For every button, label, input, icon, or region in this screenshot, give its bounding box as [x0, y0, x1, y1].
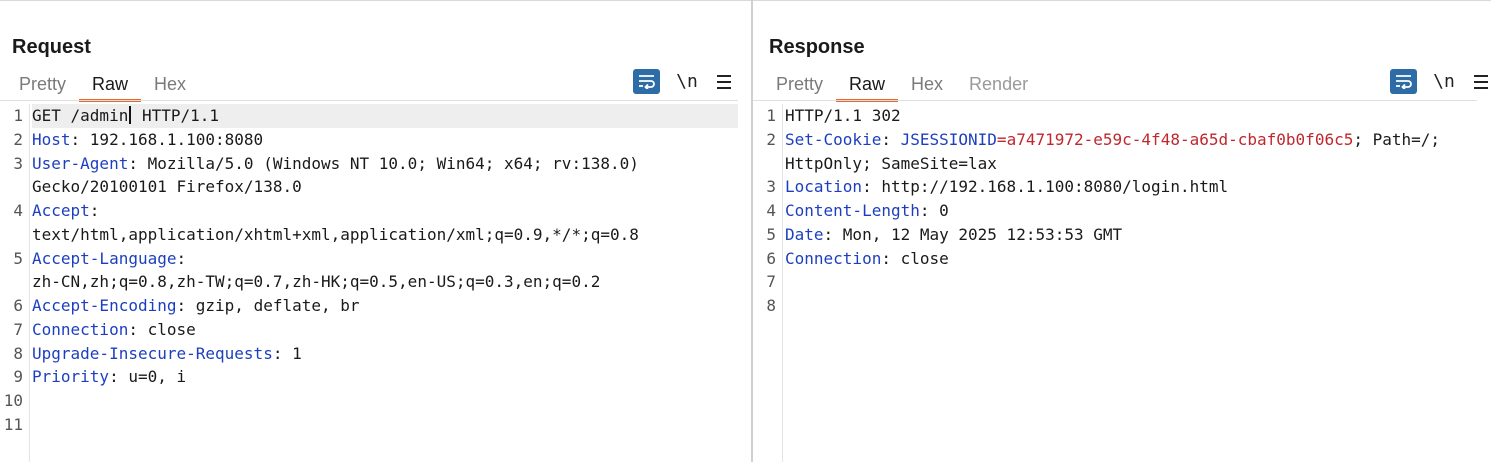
header-value: : http://192.168.1.100:8080/login.html [862, 177, 1229, 196]
header-name: Priority [32, 367, 110, 386]
header-name: Accept-Encoding [32, 296, 177, 315]
tab-render[interactable]: Render [956, 71, 1041, 101]
line-number: 5 [13, 249, 23, 268]
tab-divider [753, 100, 1477, 101]
header-line: Priority: u=0, i [32, 365, 738, 389]
header-continuation: text/html,application/xhtml+xml,applicat… [32, 225, 639, 244]
header-value: : [89, 201, 100, 220]
tab-raw[interactable]: Raw [836, 71, 899, 102]
header-line: Upgrade-Insecure-Requests: 1 [32, 342, 738, 366]
tab-hex[interactable]: Hex [898, 71, 956, 101]
line-number-gutter: 1 2 3 4 5 6 7 8 9 10 11 [0, 104, 30, 462]
header-name: Accept [32, 201, 90, 220]
response-pane: Response Pretty Raw Hex Render \n 1 2 3 … [753, 0, 1491, 462]
header-name: Connection [785, 249, 882, 268]
response-toolbar: \n [1390, 69, 1491, 94]
header-separator: : [881, 130, 901, 149]
header-name: Set-Cookie [785, 130, 882, 149]
request-toolbar: \n [633, 69, 734, 94]
header-name: Connection [32, 320, 129, 339]
line-number: 7 [13, 320, 23, 339]
line-number: 2 [13, 130, 23, 149]
tab-divider [0, 100, 738, 101]
header-line: Accept-Language: [32, 247, 738, 271]
header-value: : 192.168.1.100:8080 [70, 130, 264, 149]
line-number: 10 [3, 391, 23, 410]
tab-hex[interactable]: Hex [141, 71, 199, 101]
header-name: User-Agent [32, 154, 129, 173]
header-name: Location [785, 177, 863, 196]
show-newlines-button[interactable]: \n [674, 71, 700, 92]
request-pane: Request Pretty Raw Hex \n 1 2 3 4 5 6 7 … [0, 0, 752, 462]
request-line-text: GET /admin [32, 106, 129, 125]
header-value: : close [128, 320, 196, 339]
header-line: Accept: [32, 199, 738, 223]
header-line: Accept-Encoding: gzip, deflate, br [32, 294, 738, 318]
header-continuation: zh-CN,zh;q=0.8,zh-TW;q=0.7,zh-HK;q=0.5,e… [32, 272, 601, 291]
line-number: 1 [766, 106, 776, 125]
word-wrap-icon[interactable] [1390, 69, 1417, 94]
line-number: 1 [13, 106, 23, 125]
header-continuation: Gecko/20100101 Firefox/138.0 [32, 177, 302, 196]
line-number: 8 [13, 344, 23, 363]
cookie-name: JSESSIONID [900, 130, 997, 149]
cookie-value: a7471972-e59c-4f48-a65d-cbaf0b0f06c5 [1006, 130, 1354, 149]
header-value: : gzip, deflate, br [176, 296, 360, 315]
request-tabs: Pretty Raw Hex [6, 71, 199, 102]
header-line: Content-Length: 0 [785, 199, 1491, 223]
hamburger-menu-icon[interactable] [714, 74, 734, 89]
response-tabs: Pretty Raw Hex Render [763, 71, 1041, 102]
request-line-text: HTTP/1.1 [132, 106, 220, 125]
tab-pretty[interactable]: Pretty [763, 71, 836, 101]
word-wrap-icon[interactable] [633, 69, 660, 94]
line-number: 6 [13, 296, 23, 315]
header-line: Location: http://192.168.1.100:8080/logi… [785, 175, 1491, 199]
header-name: Content-Length [785, 201, 920, 220]
header-value: : close [881, 249, 949, 268]
header-value: : Mon, 12 May 2025 12:53:53 GMT [823, 225, 1123, 244]
header-name: Host [32, 130, 71, 149]
header-line: User-Agent: Mozilla/5.0 (Windows NT 10.0… [32, 152, 738, 176]
line-number: 2 [766, 130, 776, 149]
show-newlines-button[interactable]: \n [1431, 71, 1457, 92]
status-line: HTTP/1.1 302 [785, 106, 901, 125]
response-title: Response [769, 36, 865, 58]
header-line: Date: Mon, 12 May 2025 12:53:53 GMT [785, 223, 1491, 247]
hamburger-menu-icon[interactable] [1471, 74, 1491, 89]
line-number: 11 [3, 415, 23, 434]
request-title: Request [12, 36, 91, 58]
line-number: 6 [766, 249, 776, 268]
line-number: 7 [766, 272, 776, 291]
request-editor[interactable]: 1 2 3 4 5 6 7 8 9 10 11 GET /admin HTTP/… [0, 104, 738, 462]
header-value: : 0 [919, 201, 949, 220]
response-editor[interactable]: 1 2 3 4 5 6 7 8 HTTP/1.1 302 Set-Cookie:… [753, 104, 1491, 462]
tab-pretty[interactable]: Pretty [6, 71, 79, 101]
cookie-equals: = [996, 130, 1007, 149]
line-number: 3 [766, 177, 776, 196]
header-line: Connection: close [785, 247, 1491, 271]
header-continuation: HttpOnly; SameSite=lax [785, 154, 997, 173]
line-number: 9 [13, 367, 23, 386]
header-name: Accept-Language [32, 249, 177, 268]
header-line: Connection: close [32, 318, 738, 342]
line-number: 4 [766, 201, 776, 220]
cookie-attributes: ; Path=/; [1353, 130, 1441, 149]
line-number-gutter: 1 2 3 4 5 6 7 8 [753, 104, 783, 462]
header-value: : u=0, i [109, 367, 187, 386]
tab-raw[interactable]: Raw [79, 71, 142, 102]
line-number: 3 [13, 154, 23, 173]
header-name: Upgrade-Insecure-Requests [32, 344, 273, 363]
line-number: 4 [13, 201, 23, 220]
header-value: : 1 [272, 344, 302, 363]
header-value: : Mozilla/5.0 (Windows NT 10.0; Win64; x… [128, 154, 639, 173]
line-number: 5 [766, 225, 776, 244]
line-number: 8 [766, 296, 776, 315]
header-line: Set-Cookie: JSESSIONID=a7471972-e59c-4f4… [785, 128, 1491, 152]
request-line: GET /admin HTTP/1.1 [32, 104, 738, 128]
header-name: Date [785, 225, 824, 244]
header-line: Host: 192.168.1.100:8080 [32, 128, 738, 152]
header-value: : [176, 249, 187, 268]
